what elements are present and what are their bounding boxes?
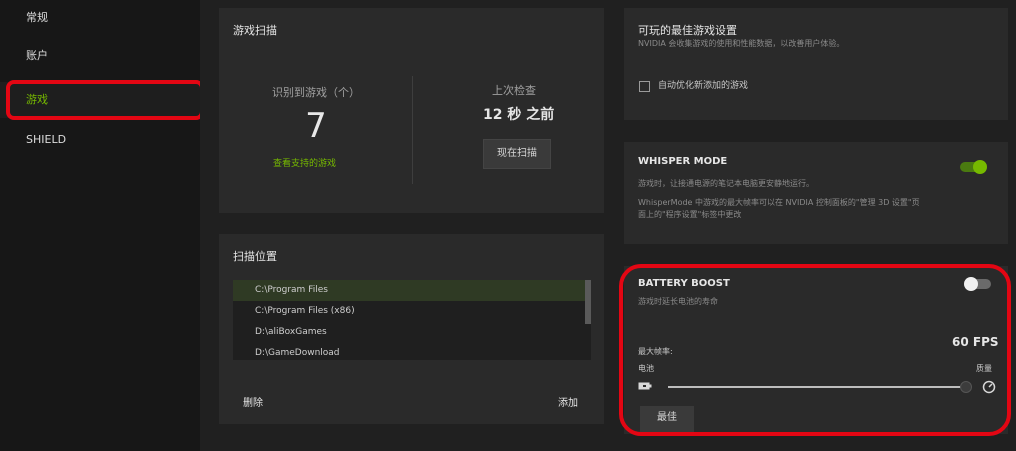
location-title: 扫描位置 [233, 250, 277, 263]
battery-desc: 游戏时延长电池的寿命 [638, 297, 718, 306]
last-check-value: 12 秒 之前 [483, 107, 555, 123]
optimal-desc: NVIDIA 会收集游戏的使用和性能数据，以改善用户体验。 [638, 39, 845, 48]
toggle-knob [973, 160, 987, 174]
battery-title: BATTERY BOOST [638, 278, 730, 289]
max-fps-label: 最大帧率: [638, 347, 673, 356]
supported-games-link[interactable]: 查看支持的游戏 [273, 156, 336, 169]
scrollbar[interactable] [585, 280, 591, 324]
battery-boost-card: BATTERY BOOST 游戏时延长电池的寿命 最大帧率: 60 FPS 电池… [624, 266, 1008, 434]
whisper-desc-line1: WhisperMode 中游戏的最大帧率可以在 NVIDIA 控制面板的"管理 … [638, 198, 920, 207]
delete-button[interactable]: 删除 [243, 394, 263, 409]
scan-now-button[interactable]: 现在扫描 [483, 139, 551, 169]
whisper-mode-card: WHISPER MODE 游戏时，让接通电源的笔记本电脑更安静地运行。 Whis… [624, 142, 1008, 244]
quality-label: 质量 [976, 364, 992, 373]
path-item[interactable]: D:\aliBoxGames [233, 322, 591, 343]
path-list: C:\Program Files C:\Program Files (x86) … [233, 280, 591, 360]
path-item[interactable]: C:\Program Files [233, 280, 591, 301]
add-button[interactable]: 添加 [558, 394, 578, 409]
fps-value: 60 FPS [952, 335, 999, 349]
battery-toggle[interactable] [964, 277, 991, 291]
quality-gauge-icon [982, 380, 996, 394]
sidebar-item-account[interactable]: 账户 [0, 38, 200, 74]
games-detected-count: 7 [305, 106, 327, 146]
fps-slider-thumb[interactable] [960, 381, 972, 393]
fps-slider-track[interactable] [668, 386, 964, 388]
optimal-settings-card: 可玩的最佳游戏设置 NVIDIA 会收集游戏的使用和性能数据，以改善用户体验。 … [624, 8, 1008, 120]
whisper-desc: 游戏时，让接通电源的笔记本电脑更安静地运行。 [638, 179, 814, 188]
optimal-button[interactable]: 最佳 [640, 406, 694, 432]
sidebar-item-games[interactable]: 游戏 [0, 82, 200, 118]
game-scan-card: 游戏扫描 识别到游戏（个） 7 查看支持的游戏 上次检查 12 秒 之前 现在扫… [219, 8, 604, 213]
path-item[interactable]: C:\Program Files (x86) [233, 301, 591, 322]
battery-label: 电池 [638, 364, 654, 373]
sidebar-item-shield[interactable]: SHIELD [0, 122, 200, 158]
battery-icon [638, 382, 652, 390]
sidebar: 常规 账户 游戏 SHIELD [0, 0, 200, 451]
auto-optimize-label: 自动优化新添加的游戏 [658, 81, 749, 91]
scan-location-card: 扫描位置 C:\Program Files C:\Program Files (… [219, 234, 604, 424]
games-detected-label: 识别到游戏（个） [272, 86, 360, 99]
whisper-desc-line2: 面上的"程序设置"标签中更改 [638, 210, 742, 219]
path-item[interactable]: D:\GameDownload [233, 343, 591, 360]
scan-title: 游戏扫描 [233, 24, 277, 37]
auto-optimize-checkbox[interactable] [639, 81, 650, 92]
sidebar-item-general[interactable]: 常规 [0, 0, 200, 36]
whisper-title: WHISPER MODE [638, 156, 728, 167]
optimal-title: 可玩的最佳游戏设置 [638, 24, 737, 37]
last-check-label: 上次检查 [492, 84, 536, 97]
divider [412, 76, 413, 184]
whisper-toggle[interactable] [960, 160, 987, 174]
toggle-knob [964, 277, 978, 291]
